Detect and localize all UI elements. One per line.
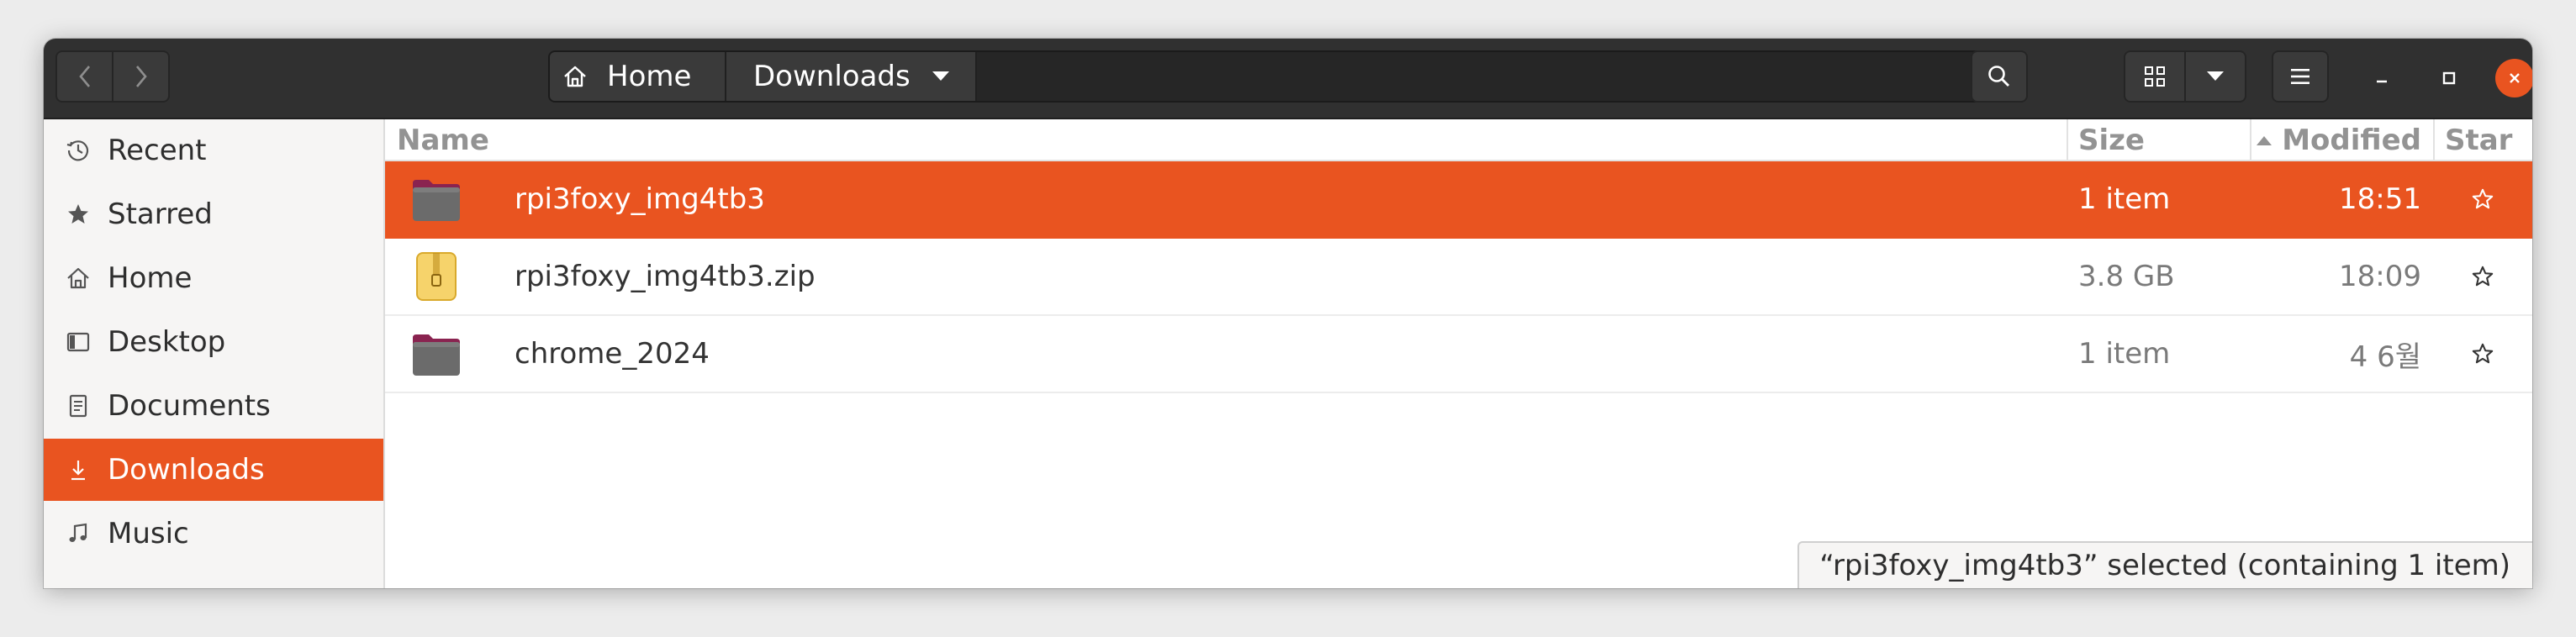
file-name: rpi3foxy_img4tb3.zip	[515, 260, 816, 293]
clock-icon	[66, 138, 91, 163]
zip-archive-icon	[410, 239, 462, 314]
music-icon	[66, 521, 91, 546]
file-name: rpi3foxy_img4tb3	[515, 182, 765, 216]
table-row[interactable]: rpi3foxy_img4tb3.zip 3.8 GB 18:09	[385, 239, 2532, 316]
navigation-buttons	[55, 50, 170, 103]
header-bar: Home Downloads	[44, 39, 2532, 119]
path-home-label: Home	[607, 60, 692, 93]
path-home-button[interactable]: Home	[550, 52, 726, 101]
path-downloads-button[interactable]: Downloads	[726, 52, 977, 101]
chevron-right-icon	[135, 66, 147, 87]
maximize-icon	[2442, 71, 2456, 85]
hamburger-menu-icon	[2291, 69, 2309, 84]
close-button[interactable]	[2495, 59, 2532, 97]
grid-view-button[interactable]	[2125, 52, 2184, 101]
sidebar-item-label: Recent	[108, 134, 207, 167]
view-options-button[interactable]	[2184, 52, 2245, 101]
file-modified: 18:51	[2339, 182, 2421, 216]
sidebar-item-music[interactable]: Music	[44, 503, 383, 565]
caret-down-icon	[2207, 71, 2224, 81]
chevron-left-icon	[78, 66, 90, 87]
download-icon	[66, 457, 91, 482]
main-menu-button[interactable]	[2272, 50, 2329, 103]
selection-status: “rpi3foxy_img4tb3” selected (containing …	[1797, 541, 2532, 588]
table-row[interactable]: rpi3foxy_img4tb3 1 item 18:51	[385, 161, 2532, 239]
grid-icon	[2145, 66, 2165, 87]
folder-icon	[410, 161, 462, 237]
forward-button[interactable]	[112, 52, 168, 101]
file-name: chrome_2024	[515, 337, 710, 371]
sidebar-item-label: Documents	[108, 389, 271, 423]
sidebar-item-label: Desktop	[108, 325, 226, 359]
column-header-row: Name Size Modified Star	[385, 119, 2532, 161]
column-header-star[interactable]: Star	[2433, 119, 2532, 161]
search-icon	[1988, 66, 2009, 87]
column-header-name[interactable]: Name	[397, 119, 489, 161]
file-modified: 4 6월	[2349, 340, 2421, 374]
file-size: 1 item	[2078, 337, 2171, 371]
sort-ascending-icon	[2257, 135, 2272, 145]
star-toggle[interactable]	[2433, 161, 2532, 237]
folder-icon	[410, 316, 462, 392]
sidebar-item-label: Downloads	[108, 453, 265, 487]
star-outline-icon	[2472, 343, 2494, 364]
sidebar-item-label: Home	[108, 261, 193, 295]
sidebar-item-label: Starred	[108, 197, 213, 231]
search-button[interactable]	[1971, 50, 2028, 103]
back-button[interactable]	[57, 52, 112, 101]
column-header-modified[interactable]: Modified	[2250, 119, 2433, 161]
close-icon	[2510, 73, 2520, 83]
star-outline-icon	[2472, 266, 2494, 287]
home-icon	[66, 266, 91, 291]
sidebar-item-desktop[interactable]: Desktop	[44, 311, 383, 373]
home-icon	[564, 66, 586, 87]
file-manager-window: Home Downloads Recent Starred Home Deskt…	[44, 39, 2532, 588]
caret-down-icon	[932, 71, 949, 81]
sidebar-item-starred[interactable]: Starred	[44, 183, 383, 245]
file-list-view: Name Size Modified Star rpi3foxy_img4tb3…	[385, 119, 2532, 588]
star-toggle[interactable]	[2433, 316, 2532, 392]
star-toggle[interactable]	[2433, 239, 2532, 314]
path-bar: Home Downloads	[548, 50, 2003, 103]
sidebar-item-label: Music	[108, 517, 189, 550]
document-icon	[66, 393, 91, 419]
sidebar-item-downloads[interactable]: Downloads	[44, 439, 383, 501]
file-modified: 18:09	[2339, 260, 2421, 293]
maximize-button[interactable]	[2430, 59, 2468, 97]
desktop-icon	[66, 329, 91, 355]
sidebar-item-home[interactable]: Home	[44, 247, 383, 309]
sidebar-item-recent[interactable]: Recent	[44, 119, 383, 182]
star-outline-icon	[2472, 188, 2494, 209]
places-sidebar: Recent Starred Home Desktop Documents Do…	[44, 119, 385, 588]
view-toggle-group	[2124, 50, 2246, 103]
star-icon	[66, 202, 91, 227]
column-header-size[interactable]: Size	[2067, 119, 2250, 161]
file-size: 1 item	[2078, 182, 2171, 216]
sidebar-item-documents[interactable]: Documents	[44, 375, 383, 437]
path-downloads-label: Downloads	[753, 60, 911, 93]
table-row[interactable]: chrome_2024 1 item 4 6월	[385, 316, 2532, 393]
minimize-icon	[2377, 80, 2387, 83]
minimize-button[interactable]	[2362, 59, 2401, 97]
file-size: 3.8 GB	[2078, 260, 2175, 293]
